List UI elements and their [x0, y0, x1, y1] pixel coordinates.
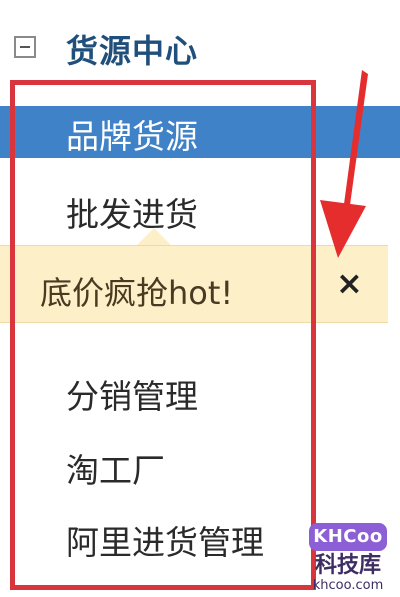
- tooltip-arrow: [136, 228, 172, 246]
- menu-item-ali-purchase[interactable]: 阿里进货管理: [66, 516, 264, 564]
- tooltip-text: 底价疯抢hot!: [40, 274, 234, 312]
- menu-item-distribution[interactable]: 分销管理: [66, 370, 198, 418]
- menu-item-wholesale[interactable]: 批发进货: [66, 188, 198, 236]
- tooltip-close-icon[interactable]: ×: [336, 264, 363, 302]
- watermark-logo: KHCoo: [309, 523, 387, 551]
- section-title[interactable]: 货源中心: [66, 26, 198, 72]
- watermark: KHCoo 科技库 khcoo.com: [296, 519, 400, 597]
- watermark-cn: 科技库: [314, 553, 381, 578]
- menu-item-brand-supply[interactable]: 品牌货源: [66, 110, 198, 158]
- watermark-url: khcoo.com: [312, 578, 384, 593]
- menu-item-taofactory[interactable]: 淘工厂: [66, 444, 165, 492]
- collapse-toggle-icon[interactable]: [14, 36, 36, 58]
- selected-item-highlight: [0, 106, 400, 158]
